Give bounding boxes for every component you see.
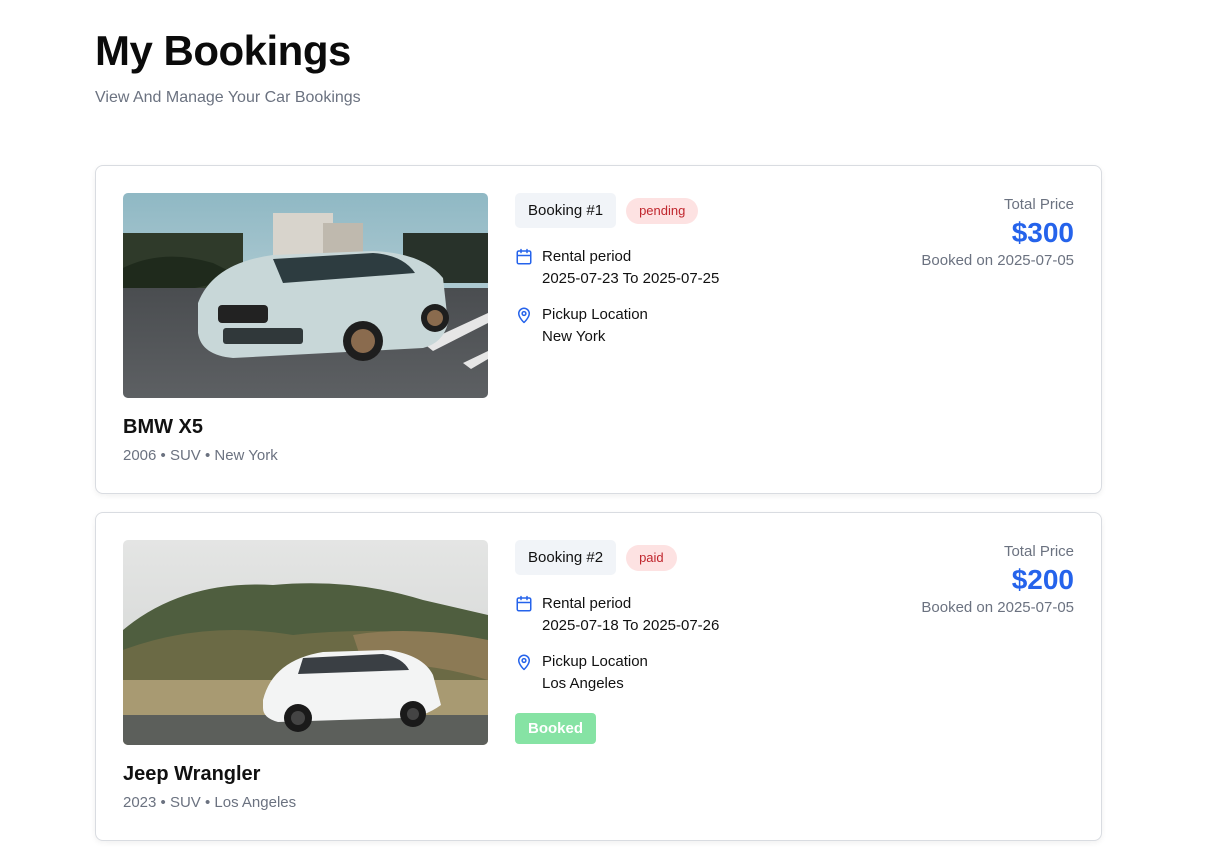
status-badge: paid xyxy=(626,544,677,571)
car-meta: 2006 • SUV • New York xyxy=(123,447,278,464)
pickup-location-label: Pickup Location xyxy=(542,653,648,670)
car-image xyxy=(123,193,488,398)
map-pin-icon xyxy=(518,307,530,324)
calendar-icon xyxy=(516,248,532,265)
car-meta: 2023 • SUV • Los Angeles xyxy=(123,794,297,811)
price-block: Total Price $300 Booked on 2025-07-05 xyxy=(921,196,1074,270)
pickup-location-value: Los Angeles xyxy=(542,675,624,692)
total-price-label: Total Price xyxy=(1003,543,1074,560)
rental-period-label: Rental period xyxy=(542,248,632,265)
booked-on-date: Booked on 2025-07-05 xyxy=(921,599,1074,616)
booking-details: Booking #2 paid Rental period 2025-07-18… xyxy=(515,540,835,744)
booking-number: Booking #2 xyxy=(515,540,617,575)
booking-number: Booking #1 xyxy=(515,193,617,228)
car-name: Jeep Wrangler xyxy=(123,763,261,785)
car-photo-bmw xyxy=(123,193,488,398)
pickup-location-block: Pickup Location Los Angeles xyxy=(515,651,835,695)
car-name: BMW X5 xyxy=(123,416,203,438)
rental-period-block: Rental period 2025-07-23 To 2025-07-25 xyxy=(515,246,835,290)
booking-header-row: Booking #2 paid xyxy=(515,540,835,575)
pickup-location-block: Pickup Location New York xyxy=(515,304,835,348)
map-pin-icon xyxy=(518,654,530,671)
rental-period-block: Rental period 2025-07-18 To 2025-07-26 xyxy=(515,593,835,637)
rental-period-dates: 2025-07-18 To 2025-07-26 xyxy=(542,617,720,634)
booked-button[interactable]: Booked xyxy=(515,713,597,744)
car-image xyxy=(123,540,488,745)
price-block: Total Price $200 Booked on 2025-07-05 xyxy=(921,543,1074,617)
page-subtitle: View And Manage Your Car Bookings xyxy=(95,89,361,106)
total-price-value: $300 xyxy=(1011,217,1074,248)
rental-period-dates: 2025-07-23 To 2025-07-25 xyxy=(542,270,720,287)
pickup-location-label: Pickup Location xyxy=(542,306,648,323)
total-price-label: Total Price xyxy=(1003,196,1074,213)
booked-on-date: Booked on 2025-07-05 xyxy=(921,252,1074,269)
car-photo-white-sedan xyxy=(123,540,488,745)
status-badge: pending xyxy=(626,197,699,224)
bookings-list: BMW X5 2006 • SUV • New York Booking #1 … xyxy=(95,165,1102,858)
booking-details: Booking #1 pending Rental period 2025-07… xyxy=(515,193,835,348)
bookings-page: My Bookings View And Manage Your Car Boo… xyxy=(0,0,1207,858)
booking-card: BMW X5 2006 • SUV • New York Booking #1 … xyxy=(95,165,1102,494)
pickup-location-value: New York xyxy=(542,328,606,345)
booking-card: Jeep Wrangler 2023 • SUV • Los Angeles B… xyxy=(95,512,1102,841)
rental-period-label: Rental period xyxy=(542,595,632,612)
calendar-icon xyxy=(516,595,532,612)
page-title: My Bookings xyxy=(95,27,351,74)
total-price-value: $200 xyxy=(1011,564,1074,595)
booking-header-row: Booking #1 pending xyxy=(515,193,835,228)
